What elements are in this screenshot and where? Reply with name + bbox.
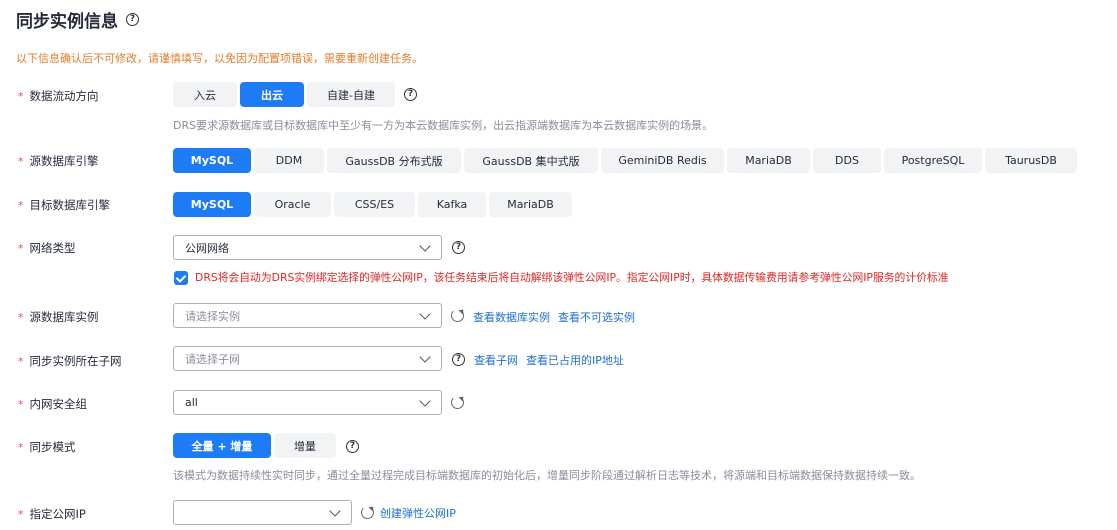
sync-mode-incremental[interactable]: 增量 bbox=[274, 433, 336, 458]
refresh-icon[interactable] bbox=[451, 396, 464, 409]
flow-label: * 数据流动方向 bbox=[18, 88, 99, 104]
source-engine-mariadb[interactable]: MariaDB bbox=[727, 148, 810, 173]
network-type-value: 公网网络 bbox=[185, 241, 229, 255]
target-engine-oracle[interactable]: Oracle bbox=[254, 192, 331, 217]
required-mark: * bbox=[18, 310, 24, 324]
sync-mode-label: * 同步模式 bbox=[18, 439, 76, 455]
source-instance-select[interactable]: 请选择实例 bbox=[173, 303, 442, 328]
subnet-label-text: 同步实例所在子网 bbox=[29, 354, 122, 368]
public-ip-label-text: 指定公网IP bbox=[29, 507, 86, 521]
public-ip-label: * 指定公网IP bbox=[18, 506, 86, 522]
sync-mode-label-text: 同步模式 bbox=[29, 440, 76, 454]
required-mark: * bbox=[18, 198, 24, 212]
source-instance-label: * 源数据库实例 bbox=[18, 309, 99, 325]
flow-label-text: 数据流动方向 bbox=[29, 89, 99, 103]
view-subnets-link[interactable]: 查看子网 bbox=[474, 352, 518, 368]
flow-help-icon[interactable]: ? bbox=[404, 88, 417, 101]
page-title-text: 同步实例信息 bbox=[16, 12, 118, 32]
source-engine-mysql[interactable]: MySQL bbox=[173, 148, 251, 173]
refresh-icon[interactable] bbox=[451, 309, 464, 322]
public-ip-select[interactable] bbox=[173, 500, 352, 525]
network-label: * 网络类型 bbox=[18, 240, 76, 256]
source-engine-selector: MySQL DDM GaussDB 分布式版 GaussDB 集中式版 Gemi… bbox=[173, 148, 1077, 173]
target-engine-css-es[interactable]: CSS/ES bbox=[334, 192, 415, 217]
page-title: 同步实例信息 ? bbox=[16, 7, 139, 32]
target-engine-kafka[interactable]: Kafka bbox=[418, 192, 486, 217]
required-mark: * bbox=[18, 397, 24, 411]
security-group-label-text: 内网安全组 bbox=[29, 397, 88, 411]
chevron-down-icon bbox=[419, 240, 431, 252]
flow-option-self-built[interactable]: 自建-自建 bbox=[307, 82, 395, 107]
view-used-ips-link[interactable]: 查看已占用的IP地址 bbox=[526, 352, 624, 368]
subnet-placeholder: 请选择子网 bbox=[185, 352, 240, 366]
flow-option-in-cloud[interactable]: 入云 bbox=[173, 82, 237, 107]
flow-option-out-cloud[interactable]: 出云 bbox=[240, 82, 304, 107]
help-icon[interactable]: ? bbox=[126, 13, 139, 26]
required-mark: * bbox=[18, 89, 24, 103]
target-engine-mariadb[interactable]: MariaDB bbox=[489, 192, 572, 217]
flow-direction-selector: 入云 出云 自建-自建 bbox=[173, 82, 395, 107]
subnet-label: * 同步实例所在子网 bbox=[18, 353, 122, 369]
subnet-select[interactable]: 请选择子网 bbox=[173, 346, 442, 371]
required-mark: * bbox=[18, 154, 24, 168]
subnet-help-icon[interactable]: ? bbox=[452, 353, 465, 366]
target-engine-label-text: 目标数据库引擎 bbox=[29, 198, 111, 212]
source-engine-postgresql[interactable]: PostgreSQL bbox=[884, 148, 982, 173]
sync-mode-help-icon[interactable]: ? bbox=[346, 440, 359, 453]
create-eip-link[interactable]: 创建弹性公网IP bbox=[380, 505, 456, 521]
notice-text: 以下信息确认后不可修改，请谨慎填写，以免因为配置项错误，需要重新创建任务。 bbox=[16, 52, 423, 65]
source-instance-placeholder: 请选择实例 bbox=[185, 309, 240, 323]
chevron-down-icon bbox=[419, 351, 431, 363]
source-engine-geminidb-redis[interactable]: GeminiDB Redis bbox=[601, 148, 724, 173]
target-engine-selector: MySQL Oracle CSS/ES Kafka MariaDB bbox=[173, 192, 572, 217]
target-engine-mysql[interactable]: MySQL bbox=[173, 192, 251, 217]
security-group-value: all bbox=[185, 396, 198, 409]
source-engine-gaussdb-distributed[interactable]: GaussDB 分布式版 bbox=[327, 148, 461, 173]
chevron-down-icon bbox=[419, 395, 431, 407]
source-engine-ddm[interactable]: DDM bbox=[254, 148, 324, 173]
source-engine-label: * 源数据库引擎 bbox=[18, 153, 99, 169]
source-engine-taurusdb[interactable]: TaurusDB bbox=[985, 148, 1077, 173]
network-help-icon[interactable]: ? bbox=[452, 241, 465, 254]
required-mark: * bbox=[18, 354, 24, 368]
view-unselectable-instances-link[interactable]: 查看不可选实例 bbox=[558, 309, 635, 325]
network-label-text: 网络类型 bbox=[29, 241, 76, 255]
flow-hint: DRS要求源数据库或目标数据库中至少有一方为本云数据库实例，出云指源端数据库为本… bbox=[173, 119, 714, 132]
required-mark: * bbox=[18, 440, 24, 454]
chevron-down-icon bbox=[329, 505, 341, 517]
source-engine-gaussdb-centralized[interactable]: GaussDB 集中式版 bbox=[464, 148, 598, 173]
chevron-down-icon bbox=[419, 308, 431, 320]
required-mark: * bbox=[18, 241, 24, 255]
source-engine-dds[interactable]: DDS bbox=[813, 148, 881, 173]
refresh-icon[interactable] bbox=[361, 506, 374, 519]
view-db-instances-link[interactable]: 查看数据库实例 bbox=[473, 309, 550, 325]
eip-bind-checkbox[interactable] bbox=[174, 271, 188, 285]
security-group-label: * 内网安全组 bbox=[18, 396, 87, 412]
required-mark: * bbox=[18, 507, 24, 521]
sync-mode-hint: 该模式为数据持续性实时同步，通过全量过程完成目标端数据库的初始化后，增量同步阶段… bbox=[173, 469, 921, 482]
target-engine-label: * 目标数据库引擎 bbox=[18, 197, 110, 213]
source-instance-label-text: 源数据库实例 bbox=[29, 310, 99, 324]
source-engine-label-text: 源数据库引擎 bbox=[29, 154, 99, 168]
network-type-select[interactable]: 公网网络 bbox=[173, 235, 442, 260]
security-group-select[interactable]: all bbox=[173, 390, 442, 415]
sync-mode-selector: 全量 + 增量 增量 bbox=[173, 433, 336, 458]
sync-mode-full-incremental[interactable]: 全量 + 增量 bbox=[173, 433, 271, 458]
eip-bind-notice: DRS将会自动为DRS实例绑定选择的弹性公网IP，该任务结束后将自动解绑该弹性公… bbox=[195, 271, 949, 284]
